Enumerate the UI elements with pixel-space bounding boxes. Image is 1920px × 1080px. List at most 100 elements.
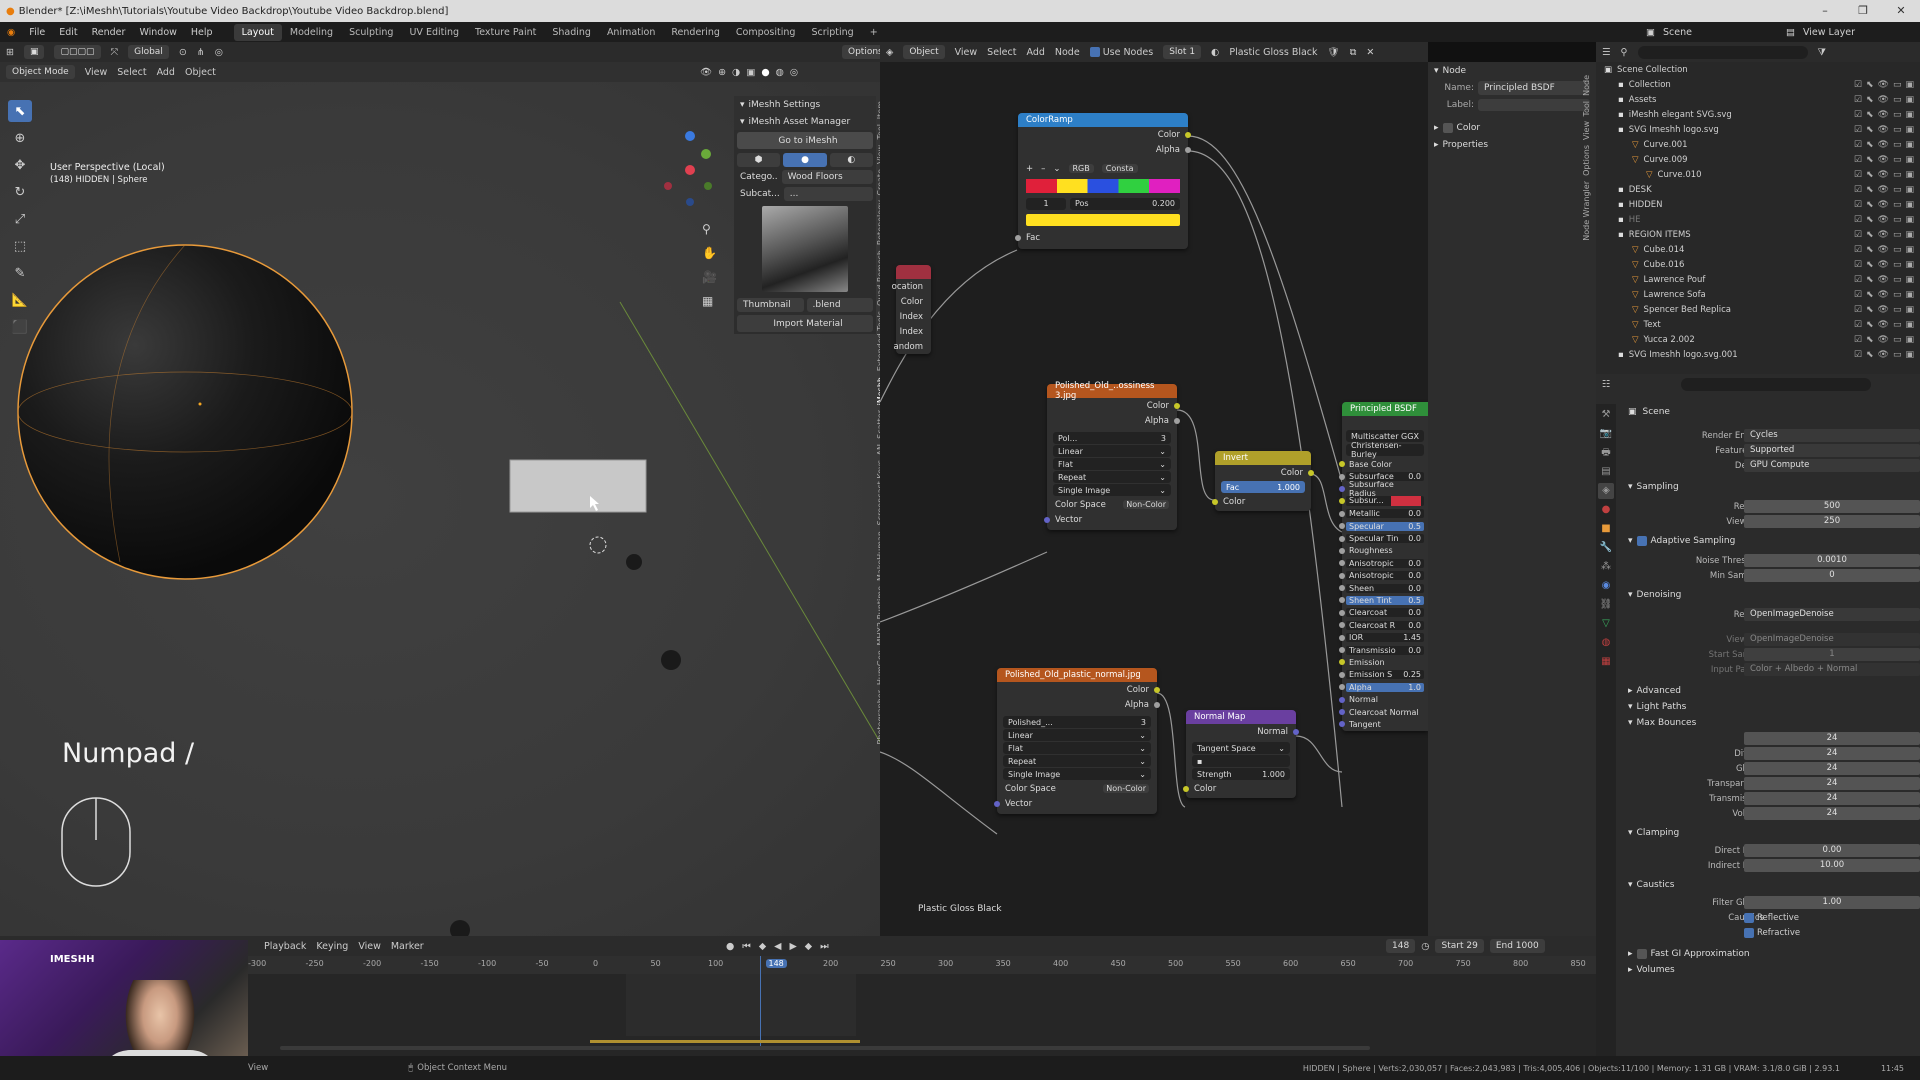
- adaptive-sampling-checkbox[interactable]: [1636, 536, 1647, 546]
- socket-icon[interactable]: [1339, 535, 1345, 542]
- socket-icon[interactable]: [1185, 146, 1191, 153]
- material-props-icon[interactable]: ◍: [1598, 635, 1614, 651]
- colorramp-gradient[interactable]: [1026, 179, 1180, 193]
- direct-light-field[interactable]: 0.00: [1744, 844, 1920, 857]
- socket-icon[interactable]: [1339, 498, 1345, 505]
- transform-tool-icon[interactable]: ⬚: [8, 235, 32, 257]
- socket-icon[interactable]: [1339, 547, 1345, 554]
- properties-search-input[interactable]: [1680, 377, 1871, 391]
- tab-shading[interactable]: Shading: [544, 24, 599, 41]
- bsdf-input-row[interactable]: Emission S 0.25: [1339, 669, 1428, 681]
- device-select[interactable]: GPU Compute: [1744, 459, 1920, 472]
- add-workspace-icon[interactable]: +: [862, 24, 886, 41]
- bsdf-subsurface-method-select[interactable]: Christensen-Burley: [1351, 441, 1419, 459]
- select-arrow-icon[interactable]: ⬉: [1866, 350, 1874, 360]
- end-frame-field[interactable]: 1000: [1516, 941, 1539, 951]
- tex1-source-select[interactable]: Single Image: [1058, 486, 1110, 495]
- cursor-tool-icon[interactable]: ⊕: [8, 127, 32, 149]
- tex1-image-field[interactable]: Pol...: [1058, 434, 1077, 443]
- exclude-checkbox-icon[interactable]: ☑: [1854, 125, 1862, 135]
- tool-props-icon[interactable]: ⚒: [1598, 407, 1614, 423]
- camera-render-icon[interactable]: ▣: [1905, 290, 1914, 300]
- menu-render[interactable]: Render: [85, 27, 133, 38]
- sampling-header[interactable]: Sampling: [1637, 482, 1679, 492]
- tab-scripting[interactable]: Scripting: [803, 24, 861, 41]
- monitor-icon[interactable]: ▭: [1893, 155, 1902, 165]
- select-arrow-icon[interactable]: ⬉: [1866, 185, 1874, 195]
- partial-node[interactable]: ocation Color Index Index andom: [892, 265, 931, 354]
- outliner-item[interactable]: ▽ Spencer Bed Replica ☑ ⬉ 👁 ▭ ▣: [1596, 302, 1920, 317]
- outliner-item[interactable]: ▣ Scene Collection: [1596, 62, 1920, 77]
- material-thumbnail-preview[interactable]: [762, 206, 848, 292]
- principled-bsdf-node[interactable]: Principled BSDF Multiscatter GGX Christe…: [1339, 402, 1428, 731]
- monitor-icon[interactable]: ▭: [1893, 140, 1902, 150]
- add-stop-icon[interactable]: +: [1026, 164, 1033, 174]
- bsdf-input-value[interactable]: 0.0: [1408, 584, 1421, 593]
- exclude-checkbox-icon[interactable]: ☑: [1854, 335, 1862, 345]
- outliner-item[interactable]: ▪ HIDDEN ☑ ⬉ 👁 ▭ ▣: [1596, 197, 1920, 212]
- select-arrow-icon[interactable]: ⬉: [1866, 320, 1874, 330]
- go-to-imeshh-button[interactable]: Go to iMeshh: [778, 136, 837, 146]
- socket-icon[interactable]: [1339, 560, 1345, 567]
- chevron-down-icon[interactable]: ▾: [1628, 590, 1633, 600]
- select-tool-icon[interactable]: ⬉: [8, 100, 32, 122]
- timeline-marker-menu[interactable]: Marker: [391, 941, 424, 952]
- tab-modeling[interactable]: Modeling: [282, 24, 341, 41]
- bsdf-input-row[interactable]: Base Color: [1339, 458, 1428, 470]
- prev-key-icon[interactable]: ◆: [759, 941, 766, 952]
- socket-icon[interactable]: [1044, 516, 1050, 523]
- editor-type-icon[interactable]: ⊞: [6, 47, 14, 58]
- imeshh-settings-header[interactable]: iMeshh Settings: [749, 100, 821, 110]
- bsdf-input-value[interactable]: 0.0: [1408, 534, 1421, 543]
- node-tab-view[interactable]: View: [1582, 121, 1591, 140]
- noise-threshold-field[interactable]: 0.0010: [1744, 554, 1920, 567]
- eye-icon[interactable]: 👁: [1878, 305, 1889, 315]
- outliner-item[interactable]: ▪ iMeshh elegant SVG.svg ☑ ⬉ 👁 ▭ ▣: [1596, 107, 1920, 122]
- bsdf-input-value[interactable]: 0.25: [1403, 670, 1421, 679]
- monitor-icon[interactable]: ▭: [1893, 350, 1902, 360]
- socket-icon[interactable]: [1185, 131, 1191, 138]
- bsdf-input-value[interactable]: 1.45: [1403, 633, 1421, 642]
- exclude-checkbox-icon[interactable]: ☑: [1854, 80, 1862, 90]
- monitor-icon[interactable]: ▭: [1893, 290, 1902, 300]
- eye-icon[interactable]: 👁: [1878, 80, 1889, 90]
- chevron-down-icon[interactable]: ▾: [1628, 536, 1633, 546]
- chevron-right-icon[interactable]: ▸: [1434, 123, 1439, 133]
- socket-icon[interactable]: [1183, 785, 1189, 792]
- chevron-down-icon[interactable]: ▾: [1628, 718, 1633, 728]
- indirect-light-field[interactable]: 10.00: [1744, 859, 1920, 872]
- tex2-source-select[interactable]: Single Image: [1008, 770, 1060, 779]
- exclude-checkbox-icon[interactable]: ☑: [1854, 215, 1862, 225]
- bsdf-input-row[interactable]: Alpha 1.0: [1339, 681, 1428, 693]
- ramp-menu-icon[interactable]: ⌄: [1053, 164, 1060, 174]
- tab-layout[interactable]: Layout: [233, 23, 282, 41]
- object-select[interactable]: Object: [903, 45, 945, 59]
- camera-render-icon[interactable]: ▣: [1905, 110, 1914, 120]
- bsdf-input-value[interactable]: [1391, 496, 1421, 507]
- socket-icon[interactable]: [1339, 510, 1345, 517]
- eye-icon[interactable]: 👁: [1878, 185, 1889, 195]
- model-type-button[interactable]: ⬢: [737, 152, 781, 167]
- view-layer-props-icon[interactable]: ▤: [1598, 464, 1614, 480]
- socket-icon[interactable]: [1154, 686, 1160, 693]
- chevron-down-icon[interactable]: ▾: [1628, 828, 1633, 838]
- bounce-field[interactable]: 24: [1744, 747, 1920, 760]
- render-engine-select[interactable]: Cycles: [1744, 429, 1920, 442]
- socket-icon[interactable]: [1339, 659, 1345, 666]
- scale-tool-icon[interactable]: ⤢: [8, 208, 32, 230]
- exclude-checkbox-icon[interactable]: ☑: [1854, 140, 1862, 150]
- socket-icon[interactable]: [1339, 622, 1345, 629]
- move-tool-icon[interactable]: ✥: [8, 154, 32, 176]
- eye-icon[interactable]: 👁: [1878, 290, 1889, 300]
- eye-icon[interactable]: 👁: [1878, 350, 1889, 360]
- outliner-item[interactable]: ▽ Curve.001 ☑ ⬉ 👁 ▭ ▣: [1596, 137, 1920, 152]
- node-menu-add[interactable]: Add: [1026, 47, 1044, 58]
- tab-compositing[interactable]: Compositing: [728, 24, 804, 41]
- image-texture-node-roughness[interactable]: Polished_Old_..ossiness 3.jpg Color Alph…: [1044, 381, 1180, 530]
- pivot-icon[interactable]: ⊙: [179, 47, 187, 58]
- tex1-interpolation-select[interactable]: Linear: [1058, 447, 1083, 456]
- monitor-icon[interactable]: ▭: [1893, 230, 1902, 240]
- socket-icon[interactable]: [1339, 461, 1345, 468]
- select-arrow-icon[interactable]: ⬉: [1866, 305, 1874, 315]
- hdri-type-button[interactable]: ◐: [829, 152, 873, 167]
